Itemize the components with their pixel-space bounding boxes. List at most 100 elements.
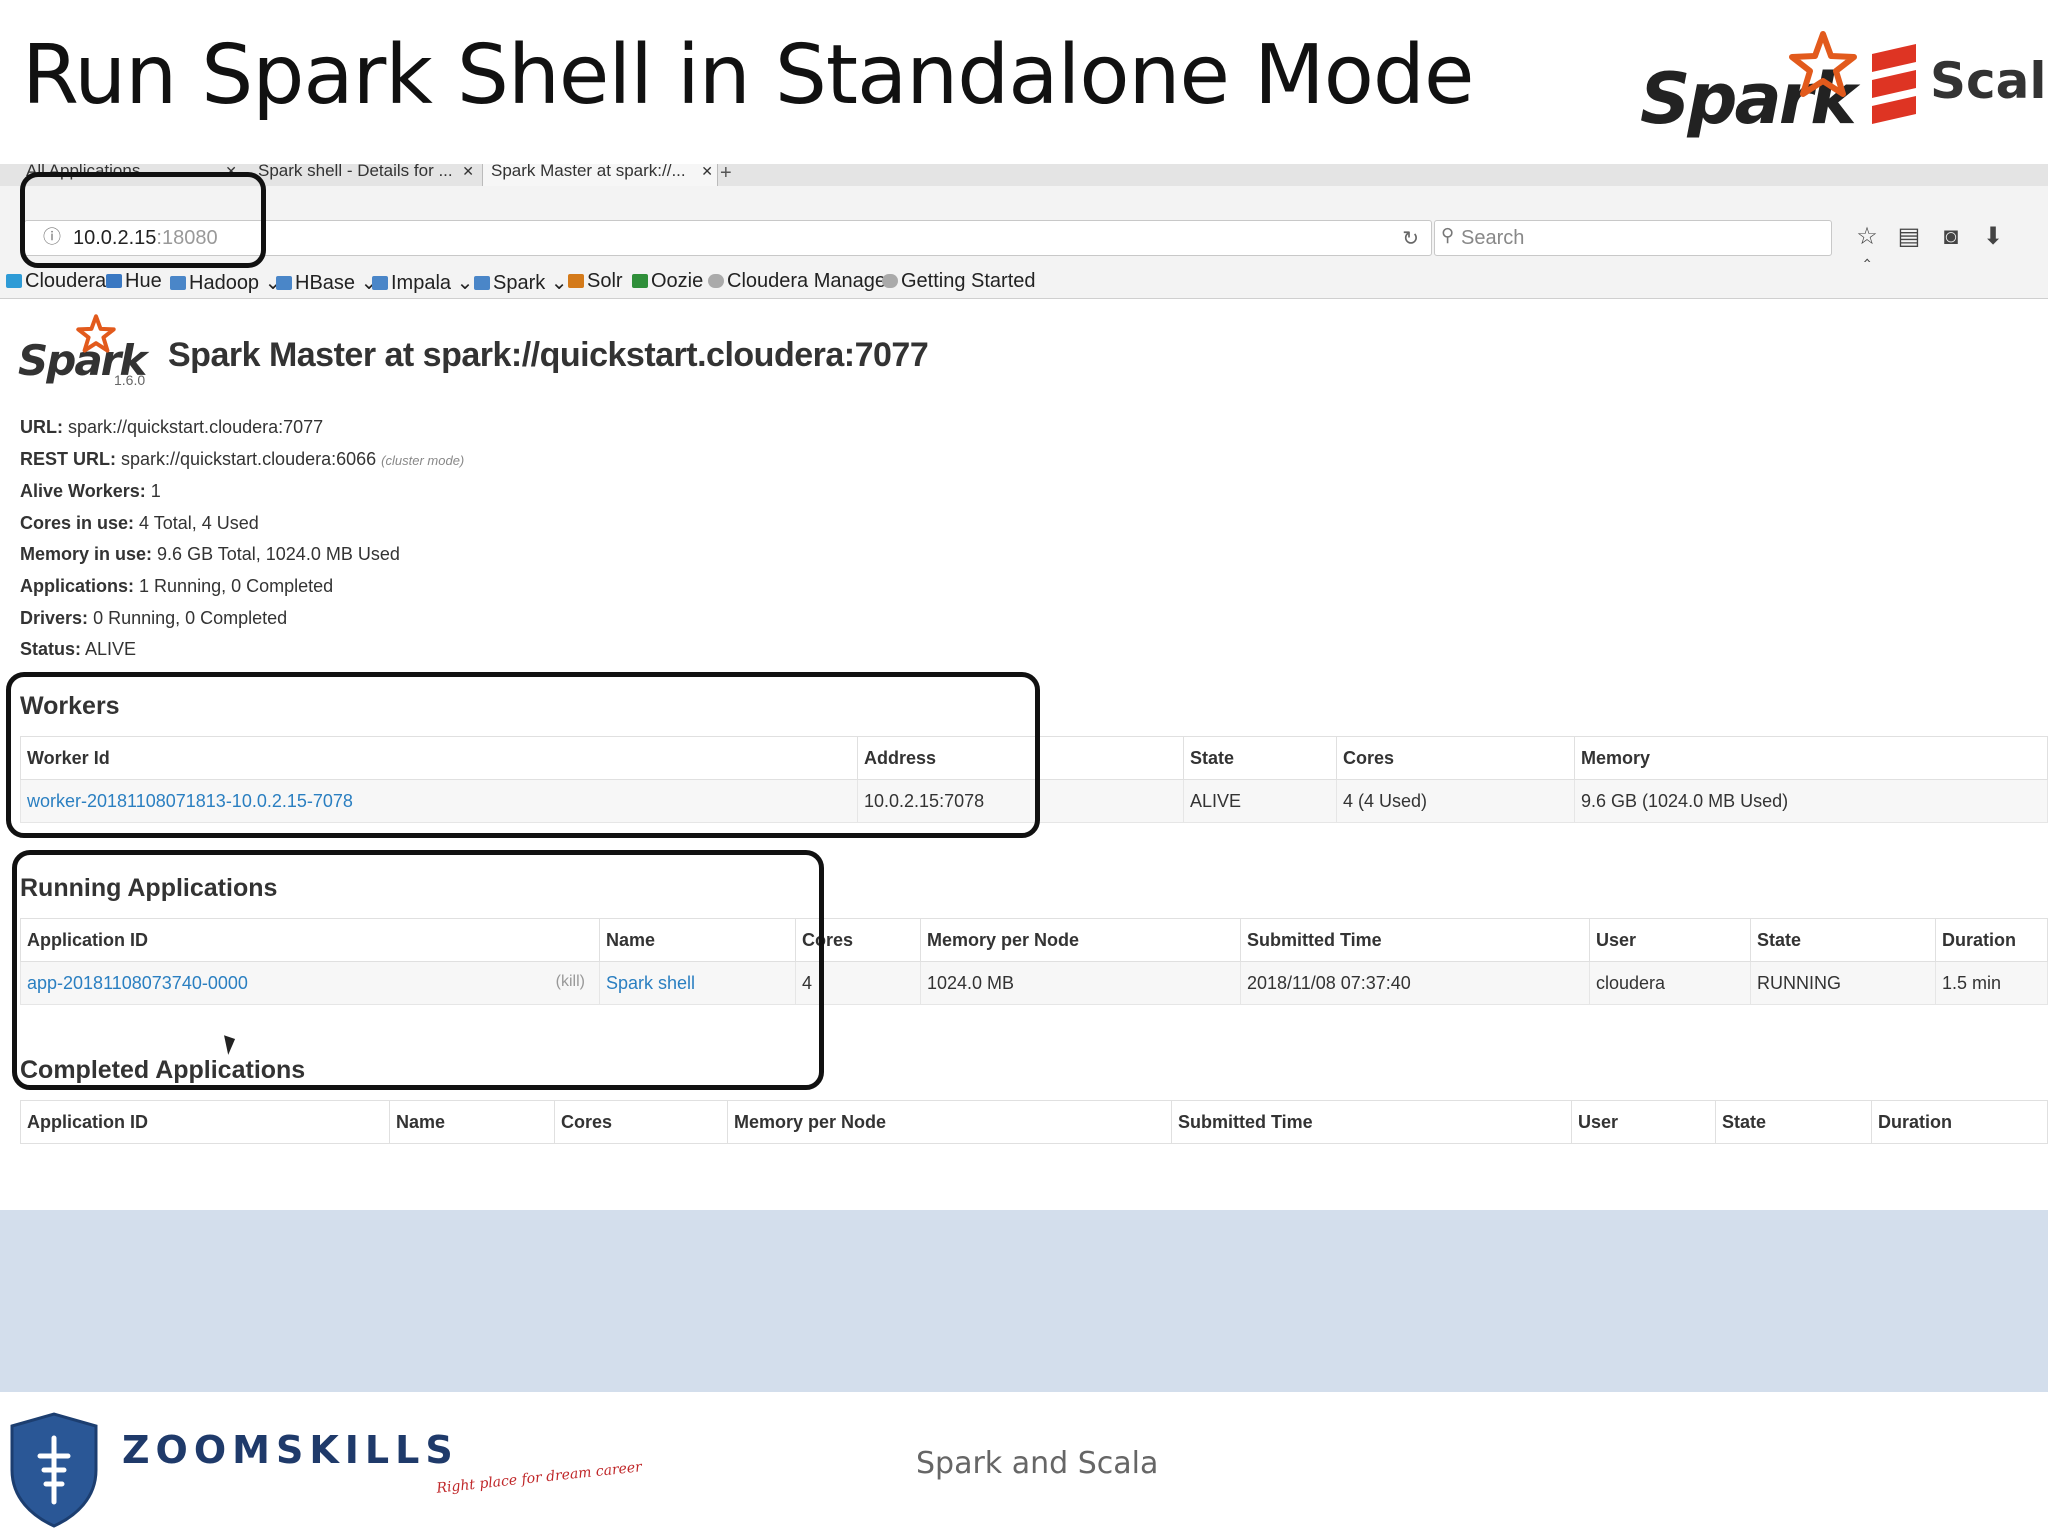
close-icon[interactable]: ✕ — [462, 164, 474, 178]
bookmark-label: Spark — [493, 272, 546, 294]
bookmark-hbase[interactable]: HBase ⌄ — [276, 270, 377, 295]
spark-logo: Spark — [1640, 30, 1860, 140]
summary-status: Status: ALIVE — [20, 634, 464, 666]
summary-key: Applications: — [20, 575, 135, 596]
slide-title: Run Spark Shell in Standalone Mode — [22, 28, 1474, 123]
folder-icon — [170, 276, 186, 290]
bookmark-label: Cloudera Manager — [727, 270, 893, 292]
close-icon[interactable]: ✕ — [701, 164, 713, 178]
column-header[interactable]: Memory per Node — [920, 918, 1241, 962]
oozie-icon — [632, 274, 648, 288]
summary-key: URL: — [20, 417, 63, 437]
column-header[interactable]: State — [1715, 1100, 1872, 1144]
bookmark-impala[interactable]: Impala ⌄ — [372, 270, 473, 295]
download-icon[interactable]: ⬇ — [1972, 222, 2014, 251]
footer-title: Spark and Scala — [916, 1446, 1159, 1481]
summary-note: (cluster mode) — [381, 452, 465, 468]
summary-key: Alive Workers: — [20, 481, 146, 502]
scala-stairs-icon — [1872, 44, 1916, 124]
zoomskills-tagline: Right place for dream career — [435, 1459, 643, 1497]
bookmarks-bar: Cloudera Hue Hadoop ⌄ HBase ⌄ Impala ⌄ S… — [0, 262, 2048, 299]
bookmark-label: Oozie — [651, 270, 704, 292]
bookmark-solr[interactable]: Solr — [568, 270, 623, 293]
spark-ui-logo[interactable]: Spark 1.6.0 — [18, 314, 158, 394]
address-highlight-box — [20, 172, 266, 268]
reload-icon[interactable]: ↻ — [1402, 226, 1419, 251]
tab-spark-shell-details[interactable]: Spark shell - Details for ... ✕ — [250, 164, 478, 186]
column-header[interactable]: Name — [389, 1100, 555, 1144]
column-header[interactable]: Memory — [1574, 736, 2048, 780]
zoomskills-logo-text: ZOOMSKILLS — [122, 1428, 459, 1472]
globe-icon — [708, 274, 724, 288]
new-tab-icon[interactable]: + — [720, 164, 732, 185]
reading-list-icon[interactable]: ▤ — [1888, 222, 1930, 251]
column-header[interactable]: User — [1571, 1100, 1716, 1144]
tab-spark-master[interactable]: Spark Master at spark://... ✕ — [482, 164, 718, 186]
table-cell: 4 (4 Used) — [1336, 779, 1575, 823]
column-header[interactable]: Submitted Time — [1240, 918, 1590, 962]
bookmark-oozie[interactable]: Oozie — [632, 270, 703, 293]
bookmark-cloudera[interactable]: Cloudera — [6, 270, 106, 293]
bookmark-cloudera-manager[interactable]: Cloudera Manager — [708, 270, 893, 293]
cloudera-icon — [6, 274, 22, 288]
bookmark-label: HBase — [295, 272, 356, 294]
spark-version: 1.6.0 — [114, 372, 146, 388]
table-cell: 1.5 min — [1935, 961, 2048, 1005]
table-cell: 1024.0 MB — [920, 961, 1241, 1005]
search-icon: ⚲ — [1441, 225, 1455, 245]
search-placeholder: Search — [1461, 227, 1525, 249]
column-header[interactable]: Duration — [1935, 918, 2048, 962]
bookmark-spark[interactable]: Spark ⌄ — [474, 270, 568, 295]
bookmark-hadoop[interactable]: Hadoop ⌄ — [170, 270, 281, 295]
solr-icon — [568, 274, 584, 288]
pocket-icon[interactable]: ◙ — [1930, 223, 1972, 251]
scala-logo: Scala — [1868, 44, 2048, 124]
summary-rest-url: REST URL: spark://quickstart.cloudera:60… — [20, 444, 464, 477]
column-header[interactable]: Application ID — [20, 1100, 390, 1144]
background-band — [0, 1210, 2048, 1392]
bookmark-hue[interactable]: Hue — [106, 270, 162, 293]
summary-value: spark://quickstart.cloudera:7077 — [68, 417, 324, 437]
running-applications-highlight-box — [12, 850, 824, 1090]
hue-icon — [106, 274, 122, 288]
bookmark-label: Hue — [125, 270, 162, 292]
column-header[interactable]: Duration — [1871, 1100, 2048, 1144]
column-header[interactable]: Memory per Node — [727, 1100, 1172, 1144]
summary-key: Status: — [20, 639, 82, 660]
table-cell: 9.6 GB (1024.0 MB Used) — [1574, 779, 2048, 823]
folder-icon — [372, 276, 388, 290]
summary-value: ALIVE — [85, 639, 137, 660]
slide-footer: ZOOMSKILLS Right place for dream career … — [0, 1392, 2048, 1536]
column-header[interactable]: State — [1750, 918, 1936, 962]
navigation-bar: ⓘ 10.0.2.15:18080 ↻ ⚲ Search ☆▤◙⬇⌂ — [0, 186, 2048, 278]
summary-applications: Applications: 1 Running, 0 Completed — [20, 571, 464, 603]
column-header[interactable]: Cores — [554, 1100, 728, 1144]
search-input[interactable]: ⚲ Search — [1434, 220, 1832, 256]
cluster-summary: URL: spark://quickstart.cloudera:7077 RE… — [20, 412, 464, 666]
summary-memory: Memory in use: 9.6 GB Total, 1024.0 MB U… — [20, 539, 464, 571]
table-header-row: Application ID Name Cores Memory per Nod… — [20, 1100, 2048, 1144]
bookmark-star-icon[interactable]: ☆ — [1846, 222, 1888, 251]
table-cell: ALIVE — [1183, 779, 1337, 823]
summary-cores: Cores in use: 4 Total, 4 Used — [20, 508, 464, 540]
spark-star-icon — [76, 314, 116, 353]
toolbar-icons: ☆▤◙⬇⌂ — [1846, 222, 2048, 278]
table-cell: cloudera — [1589, 961, 1751, 1005]
workers-highlight-box — [6, 672, 1040, 838]
globe-icon — [882, 274, 898, 288]
column-header[interactable]: User — [1589, 918, 1751, 962]
summary-drivers: Drivers: 0 Running, 0 Completed — [20, 603, 464, 635]
column-header[interactable]: Cores — [1336, 736, 1575, 780]
scala-logo-text: Scala — [1930, 52, 2048, 110]
column-header[interactable]: State — [1183, 736, 1337, 780]
column-header[interactable]: Submitted Time — [1171, 1100, 1572, 1144]
folder-icon — [474, 276, 490, 290]
summary-value: 1 Running, 0 Completed — [139, 575, 334, 596]
bookmark-getting-started[interactable]: Getting Started — [882, 270, 1036, 293]
bookmark-label: Hadoop — [189, 272, 260, 294]
zoomskills-shield-icon — [10, 1412, 98, 1528]
summary-key: Cores in use: — [20, 512, 135, 533]
tab-label: Spark Master at spark://... — [491, 164, 686, 180]
completed-applications-table: Application ID Name Cores Memory per Nod… — [20, 1100, 2048, 1144]
summary-value: 1 — [150, 481, 161, 502]
